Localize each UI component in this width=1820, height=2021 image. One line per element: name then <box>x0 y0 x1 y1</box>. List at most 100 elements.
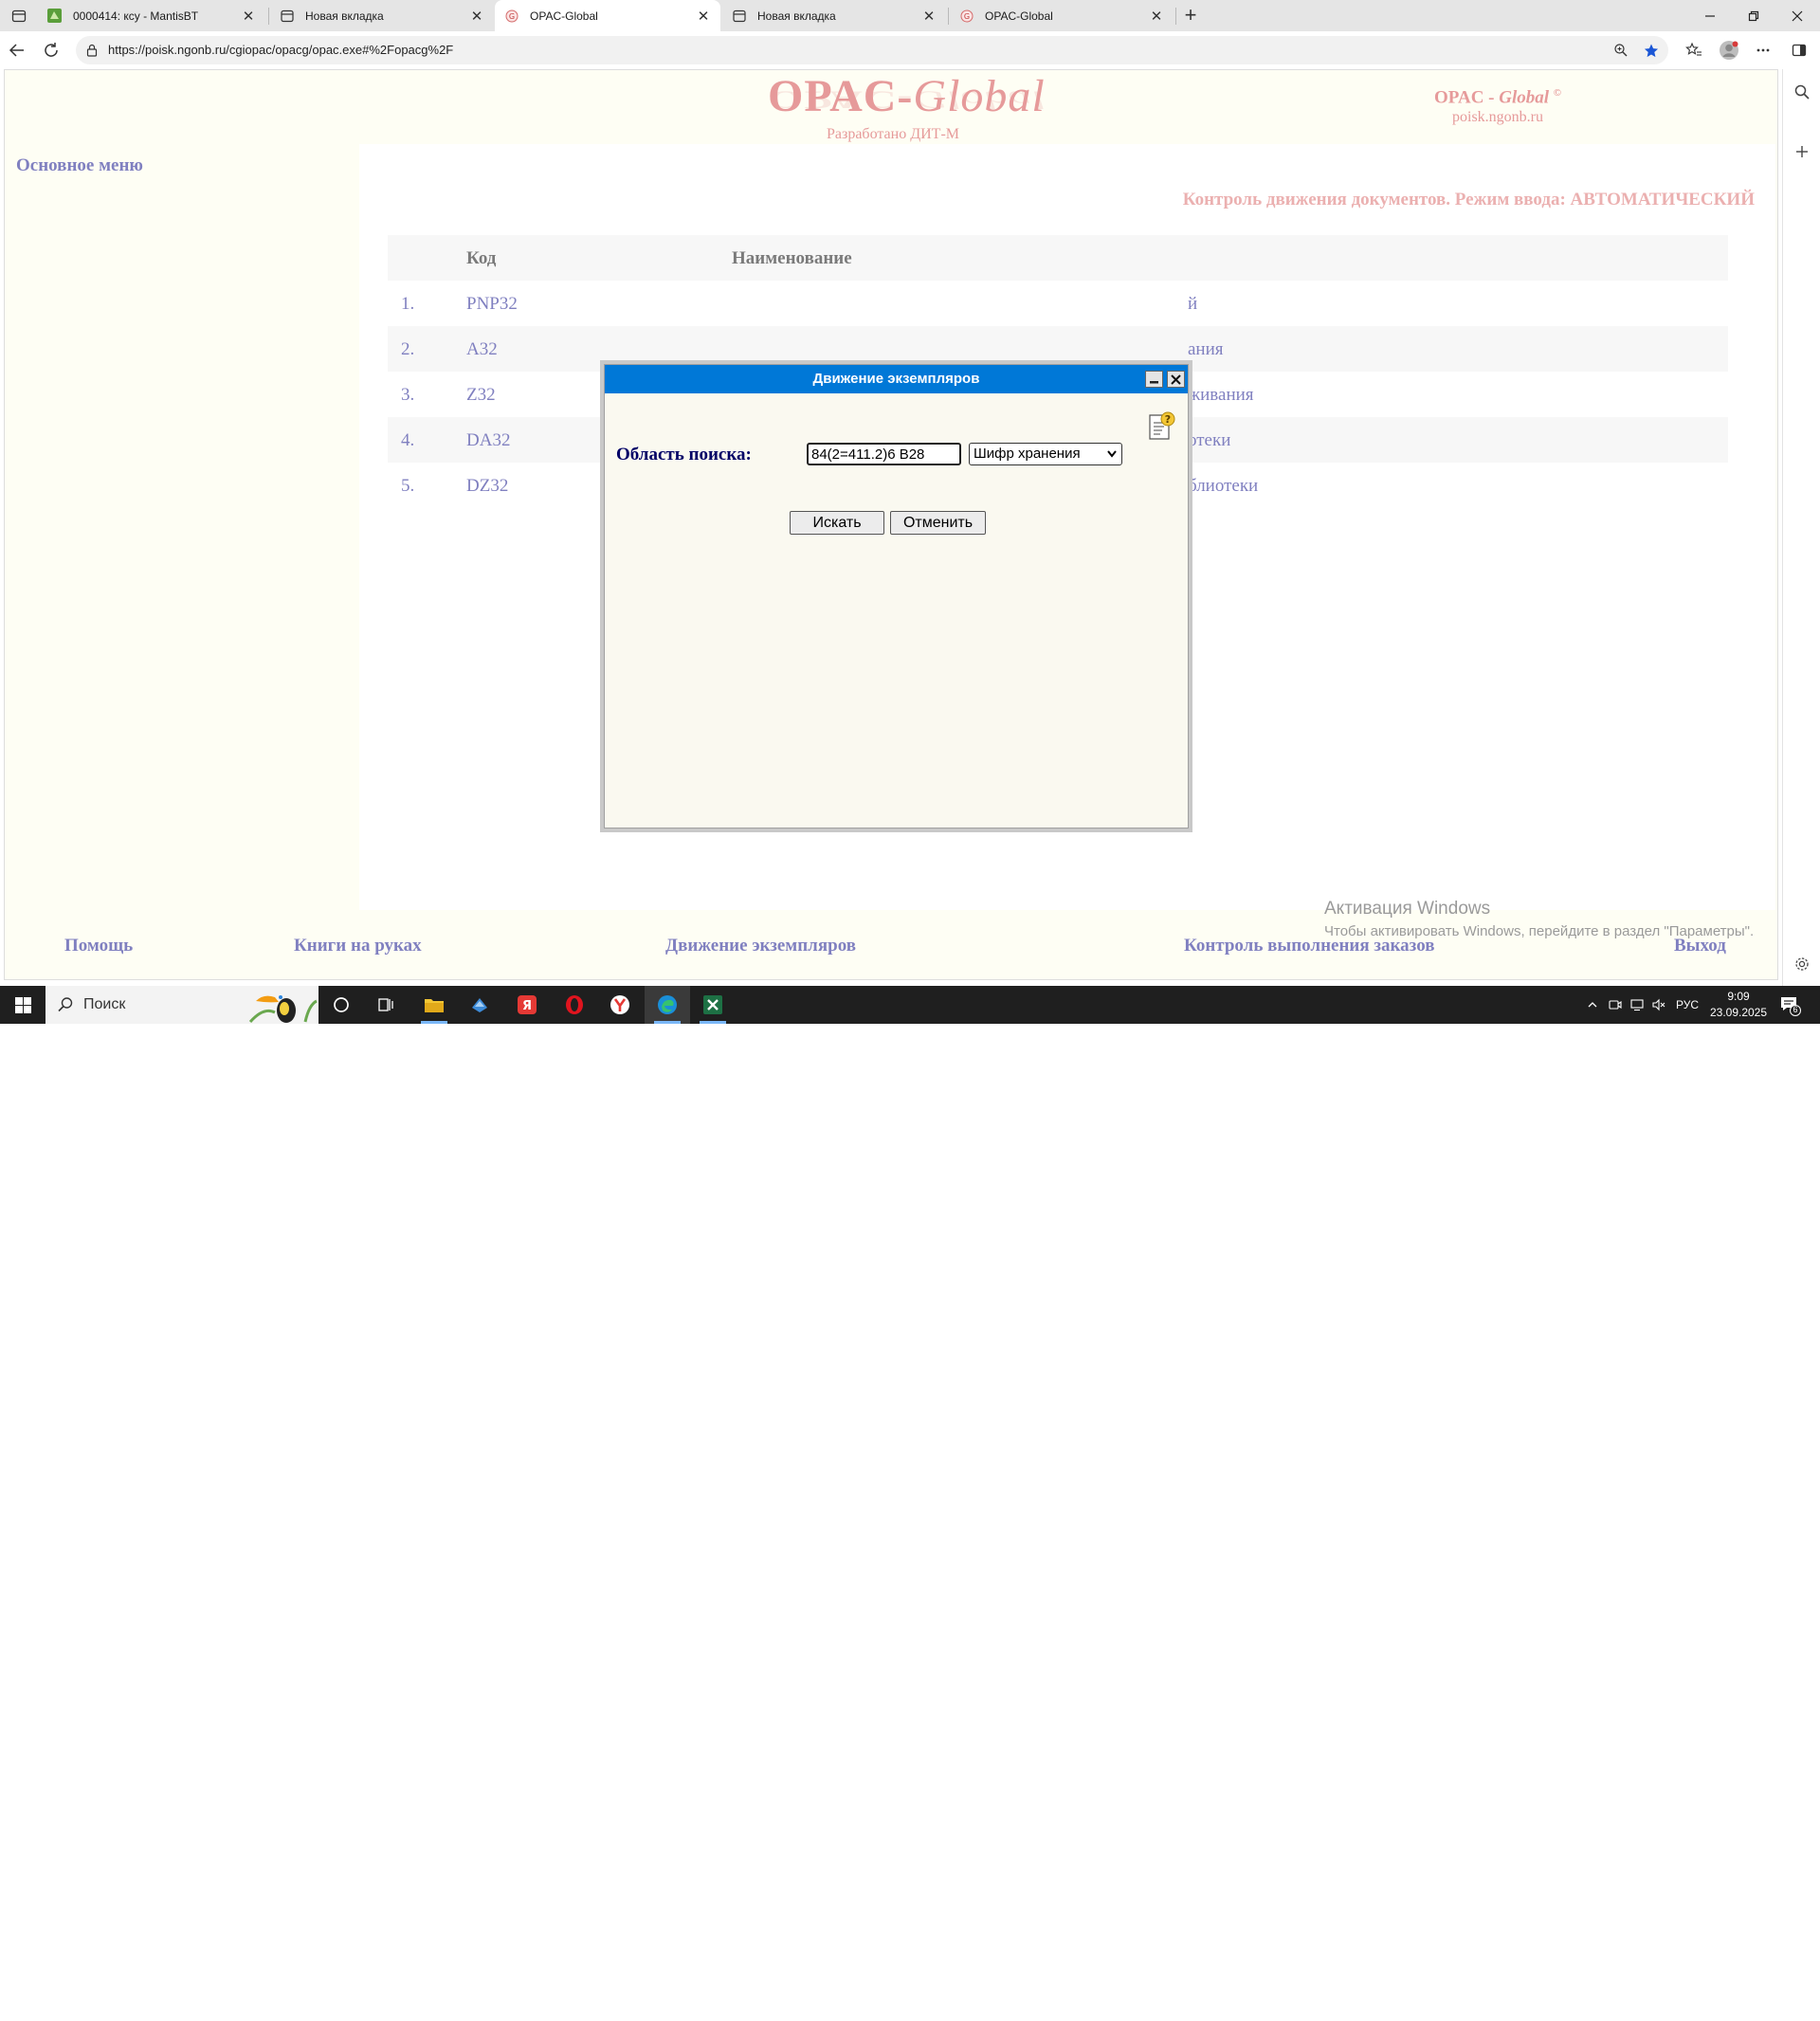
taskbar-search-box[interactable]: Поиск <box>46 986 318 1024</box>
tab-separator <box>268 8 269 25</box>
page-title: Контроль движения документов. Режим ввод… <box>1182 190 1755 209</box>
new-tab-plus-icon[interactable]: + <box>1178 4 1203 28</box>
language-indicator[interactable]: РУС <box>1672 986 1702 1024</box>
sidebar-toggle-icon[interactable] <box>1788 39 1811 62</box>
chevron-down-icon <box>1106 444 1118 471</box>
windows-start-icon[interactable] <box>0 986 46 1024</box>
svg-text:G: G <box>508 12 514 21</box>
refresh-icon[interactable] <box>40 39 63 62</box>
meet-camera-icon[interactable] <box>1606 986 1625 1024</box>
zoom-icon[interactable] <box>1613 43 1629 58</box>
windows-taskbar: Поиск Я РУС 9:09 23.09.2025 6 <box>0 986 1820 1024</box>
close-icon[interactable]: ✕ <box>696 8 711 25</box>
brand-site: poisk.ngonb.ru <box>1452 109 1543 126</box>
volume-muted-icon[interactable] <box>1649 986 1668 1024</box>
profile-avatar-icon[interactable] <box>1718 39 1740 62</box>
tab-mantis[interactable]: 0000414: ксу - MantisBT ✕ <box>38 0 265 31</box>
main-menu-link[interactable]: Основное меню <box>16 155 143 176</box>
svg-text:G: G <box>963 12 969 21</box>
browser-tab-bar: 0000414: ксу - MantisBT ✕ Новая вкладка … <box>0 0 1820 31</box>
app-tool-icon[interactable] <box>457 986 502 1024</box>
tab-opac-active[interactable]: G OPAC-Global ✕ <box>495 0 720 31</box>
file-explorer-icon[interactable] <box>411 986 457 1024</box>
back-arrow-icon[interactable] <box>6 39 28 62</box>
minimize-icon[interactable] <box>1688 0 1732 31</box>
search-icon <box>57 996 74 1013</box>
window-close-icon[interactable] <box>1775 0 1819 31</box>
settings-gear-icon[interactable] <box>1791 953 1813 975</box>
column-header-code: Код <box>466 248 497 268</box>
logo-subtitle: Разработано ДИТ-М <box>827 126 959 142</box>
windows-activation-watermark: Активация Windows Чтобы активировать Win… <box>1324 899 1755 939</box>
tab-label: 0000414: ксу - MantisBT <box>73 9 199 23</box>
excel-icon[interactable] <box>690 986 736 1024</box>
notification-center-icon[interactable]: 6 <box>1778 993 1801 1016</box>
column-header-name: Наименование <box>732 248 852 268</box>
favorite-star-icon[interactable] <box>1644 43 1659 58</box>
dialog-minimize-icon[interactable] <box>1145 371 1163 388</box>
tab-opac-2[interactable]: G OPAC-Global ✕ <box>950 0 1174 31</box>
tab-separator <box>948 8 949 25</box>
close-icon[interactable]: ✕ <box>469 8 484 25</box>
cortana-icon[interactable] <box>318 986 364 1024</box>
help-document-icon[interactable]: ? <box>1146 410 1176 441</box>
search-term-input[interactable] <box>807 443 961 465</box>
notification-count-badge: 6 <box>1793 1005 1798 1014</box>
search-placeholder: Поиск <box>83 996 126 1012</box>
tab-actions-icon[interactable] <box>8 5 30 27</box>
task-view-icon[interactable] <box>364 986 410 1024</box>
clock-time: 9:09 <box>1727 990 1750 1003</box>
tray-expand-chevron-up-icon[interactable] <box>1583 986 1602 1024</box>
tab-label: Новая вкладка <box>305 9 384 23</box>
url-text: https://poisk.ngonb.ru/cgiopac/opacg/opa… <box>108 43 454 57</box>
search-area-label: Область поиска: <box>616 445 752 464</box>
search-field-select[interactable]: Шифр хранения <box>969 443 1122 465</box>
opac-logo-reflection: OPAC-Global <box>768 85 1046 114</box>
clock-date: 23.09.2025 <box>1709 1006 1768 1019</box>
copy-movement-dialog: Движение экземпляров ? Область поиска: 8… <box>600 360 1192 832</box>
mantis-favicon-icon <box>47 9 62 23</box>
dialog-title[interactable]: Движение экземпляров <box>605 365 1188 393</box>
tab-label: OPAC-Global <box>530 9 598 23</box>
books-on-hand-link[interactable]: Книги на руках <box>294 936 422 956</box>
search-button[interactable]: Искать <box>790 511 884 535</box>
more-options-icon[interactable] <box>1752 39 1774 62</box>
dialog-close-icon[interactable] <box>1167 371 1185 388</box>
url-bar[interactable]: https://poisk.ngonb.ru/cgiopac/opacg/opa… <box>76 36 1668 64</box>
select-value: Шифр хранения <box>974 446 1081 462</box>
yandex-icon[interactable] <box>597 986 643 1024</box>
help-link[interactable]: Помощь <box>64 936 133 956</box>
cancel-button[interactable]: Отменить <box>890 511 986 535</box>
close-icon[interactable]: ✕ <box>241 8 256 25</box>
lock-icon[interactable] <box>84 43 100 58</box>
tab-separator <box>1175 8 1176 25</box>
network-icon[interactable] <box>1628 986 1647 1024</box>
svg-text:?: ? <box>1165 413 1171 426</box>
close-icon[interactable]: ✕ <box>921 8 937 25</box>
tab-label: OPAC-Global <box>985 9 1053 23</box>
add-plus-icon[interactable] <box>1791 140 1813 163</box>
opac-page: OPAC-Global OPAC-Global Разработано ДИТ-… <box>4 69 1778 980</box>
edge-browser-icon[interactable] <box>645 986 690 1024</box>
close-icon[interactable]: ✕ <box>1149 8 1164 25</box>
left-menu: Основное меню <box>5 144 359 902</box>
yandex-browser-icon[interactable]: Я <box>504 986 550 1024</box>
system-clock[interactable]: 9:09 23.09.2025 <box>1701 989 1776 1021</box>
new-tab-favicon-icon <box>280 9 294 23</box>
new-tab-favicon-icon <box>732 9 746 23</box>
toucan-illustration-icon <box>246 988 318 1024</box>
opera-icon[interactable] <box>552 986 597 1024</box>
tab-new-1[interactable]: Новая вкладка ✕ <box>270 0 494 31</box>
opac-favicon-icon: G <box>504 9 519 23</box>
table-row[interactable]: 1. PNP32 й <box>388 281 1728 326</box>
edge-sidebar <box>1782 69 1820 986</box>
tab-label: Новая вкладка <box>757 9 836 23</box>
search-icon[interactable] <box>1791 81 1813 103</box>
copy-movement-link[interactable]: Движение экземпляров <box>665 936 856 956</box>
restore-icon[interactable] <box>1732 0 1775 31</box>
address-toolbar: https://poisk.ngonb.ru/cgiopac/opacg/opa… <box>0 31 1820 69</box>
favorites-icon[interactable] <box>1683 39 1705 62</box>
tab-new-2[interactable]: Новая вкладка ✕ <box>722 0 946 31</box>
opac-favicon-icon: G <box>959 9 974 23</box>
svg-text:Я: Я <box>522 999 532 1013</box>
